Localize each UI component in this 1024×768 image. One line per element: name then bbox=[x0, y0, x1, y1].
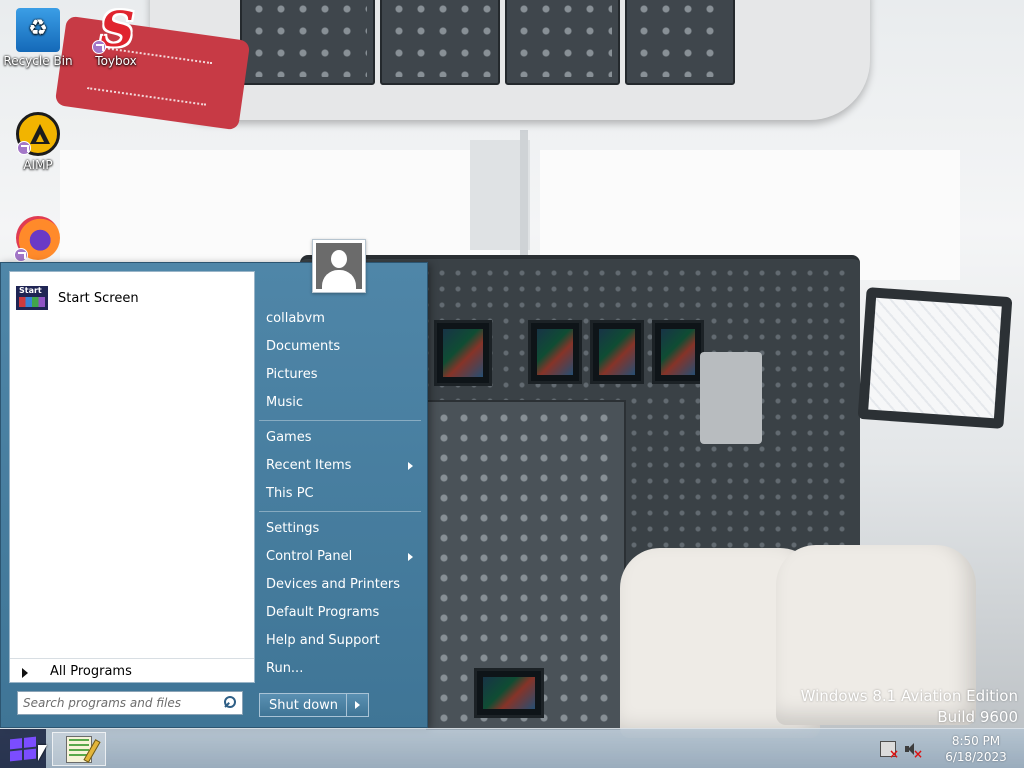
start-item-pictures[interactable]: Pictures bbox=[259, 361, 421, 389]
start-menu-programs-pane: Start Screen All Programs bbox=[9, 271, 255, 683]
start-item-label: Documents bbox=[266, 339, 341, 354]
wallpaper-display bbox=[652, 320, 704, 384]
network-disconnected-icon[interactable] bbox=[880, 741, 899, 761]
start-item-label: This PC bbox=[266, 486, 314, 501]
edition-line: Windows 8.1 Aviation Edition bbox=[800, 687, 1018, 705]
shortcut-arrow-icon bbox=[14, 248, 28, 262]
start-item-user-folder[interactable]: collabvm bbox=[259, 305, 421, 333]
submenu-arrow-icon bbox=[408, 553, 413, 561]
mouse-cursor-icon bbox=[38, 745, 47, 761]
desktop-icon-label: Recycle Bin bbox=[3, 54, 73, 68]
start-item-recent-items[interactable]: Recent Items bbox=[259, 452, 421, 480]
desktop-icon-firefox[interactable] bbox=[0, 216, 76, 262]
start-item-run[interactable]: Run... bbox=[259, 655, 421, 683]
start-item-label: Settings bbox=[266, 521, 320, 536]
pinned-item-label: Start Screen bbox=[58, 290, 139, 306]
start-item-this-pc[interactable]: This PC bbox=[259, 480, 421, 508]
start-item-help-support[interactable]: Help and Support bbox=[259, 627, 421, 655]
start-item-label: Default Programs bbox=[266, 605, 380, 620]
search-icon[interactable] bbox=[224, 696, 236, 708]
shutdown-button[interactable]: Shut down bbox=[259, 693, 347, 717]
notepad-plus-plus-icon bbox=[66, 736, 92, 763]
desktop-icon-label: AIMP bbox=[23, 158, 53, 172]
shortcut-arrow-icon bbox=[92, 40, 106, 54]
search-box bbox=[17, 691, 243, 715]
shutdown-options-arrow-icon[interactable] bbox=[347, 693, 369, 717]
wallpaper-display bbox=[434, 320, 492, 386]
start-item-label: Control Panel bbox=[266, 549, 353, 564]
start-item-control-panel[interactable]: Control Panel bbox=[259, 543, 421, 571]
desktop-icon-recycle-bin[interactable]: Recycle Bin bbox=[0, 8, 76, 68]
taskbar: × 8:50 PM 6/18/2023 bbox=[0, 728, 1024, 768]
wallpaper-edition-watermark: Windows 8.1 Aviation Edition Build 9600 bbox=[801, 686, 1018, 728]
wallpaper-display bbox=[590, 320, 644, 384]
start-item-label: Recent Items bbox=[266, 458, 352, 473]
build-line: Build 9600 bbox=[937, 708, 1018, 726]
desktop-icon-aimp[interactable]: AIMP bbox=[0, 112, 76, 172]
start-item-label: Run... bbox=[266, 661, 304, 676]
shutdown-group: Shut down bbox=[259, 693, 369, 717]
desktop-icon-toybox[interactable]: Toybox bbox=[78, 2, 154, 68]
start-item-default-programs[interactable]: Default Programs bbox=[259, 599, 421, 627]
volume-muted-icon[interactable]: × bbox=[904, 741, 923, 761]
system-clock[interactable]: 8:50 PM 6/18/2023 bbox=[928, 733, 1024, 765]
start-item-label: collabvm bbox=[266, 311, 325, 326]
wallpaper-yoke bbox=[700, 352, 762, 444]
search-input[interactable] bbox=[23, 693, 219, 713]
recycle-bin-icon bbox=[16, 8, 60, 52]
start-item-documents[interactable]: Documents bbox=[259, 333, 421, 361]
start-menu-places-pane: collabvm Documents Pictures Music Games … bbox=[259, 305, 421, 683]
shortcut-arrow-icon bbox=[17, 141, 31, 155]
all-programs-label: All Programs bbox=[50, 664, 132, 679]
start-item-devices-printers[interactable]: Devices and Printers bbox=[259, 571, 421, 599]
start-item-label: Help and Support bbox=[266, 633, 380, 648]
start-item-settings[interactable]: Settings bbox=[259, 515, 421, 543]
pinned-item-start-screen[interactable]: Start Screen bbox=[14, 284, 250, 312]
start-screen-icon bbox=[16, 286, 48, 310]
start-menu: Start Screen All Programs collabvm Docum… bbox=[0, 262, 428, 728]
wallpaper-pillar-glare bbox=[520, 130, 528, 260]
all-programs-button[interactable]: All Programs bbox=[10, 658, 254, 684]
toybox-icon bbox=[92, 2, 138, 58]
triangle-right-icon bbox=[22, 668, 28, 678]
start-item-label: Games bbox=[266, 430, 312, 445]
wallpaper-display bbox=[528, 320, 582, 384]
wallpaper-tablet bbox=[857, 287, 1013, 429]
clock-date: 6/18/2023 bbox=[945, 750, 1007, 764]
start-item-label: Music bbox=[266, 395, 303, 410]
start-menu-divider bbox=[259, 511, 421, 512]
submenu-arrow-icon bbox=[408, 462, 413, 470]
firefox-icon bbox=[14, 216, 60, 262]
start-item-label: Devices and Printers bbox=[266, 577, 400, 592]
taskbar-app-notepad-plus-plus[interactable] bbox=[52, 732, 106, 766]
user-avatar-icon bbox=[316, 243, 362, 289]
aimp-icon bbox=[16, 112, 60, 156]
start-menu-divider bbox=[259, 420, 421, 421]
start-item-music[interactable]: Music bbox=[259, 389, 421, 417]
wallpaper-overhead-panel bbox=[150, 0, 870, 120]
wallpaper-fms-display bbox=[474, 668, 544, 718]
clock-time: 8:50 PM bbox=[951, 734, 1001, 748]
windows-logo-icon bbox=[10, 736, 36, 762]
notification-area: × 8:50 PM 6/18/2023 bbox=[880, 729, 1024, 768]
start-item-games[interactable]: Games bbox=[259, 424, 421, 452]
user-account-tile[interactable] bbox=[312, 239, 366, 293]
start-item-label: Pictures bbox=[266, 367, 318, 382]
